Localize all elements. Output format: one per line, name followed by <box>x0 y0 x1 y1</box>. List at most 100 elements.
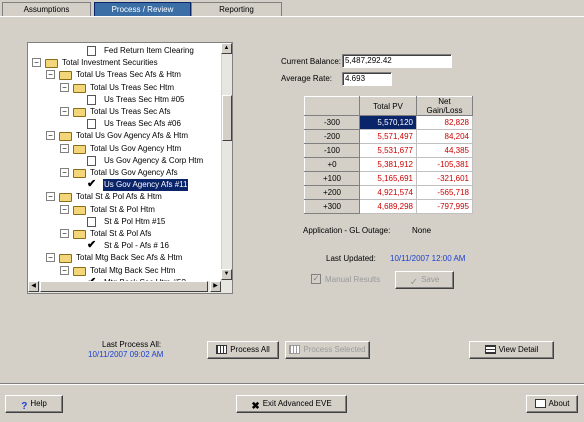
scroll-left-button[interactable]: ◀ <box>28 281 39 292</box>
grid-row[interactable]: +300 4,689,298 -797,995 <box>304 199 473 214</box>
save-button-label: Save <box>421 275 440 284</box>
process-selected-button[interactable]: Process Selected <box>285 341 370 359</box>
tree-item[interactable]: Us Treas Sec Htm #05 <box>28 94 222 106</box>
folder-icon <box>59 132 72 142</box>
total-pv-cell[interactable]: 5,570,120 <box>359 115 417 130</box>
manual-results-label: Manual Results <box>325 275 381 284</box>
about-button[interactable]: About <box>526 395 578 413</box>
tree-item[interactable]: − Total Us Treas Sec Afs <box>28 106 222 118</box>
tree-item[interactable]: Us Gov Agency & Corp Htm <box>28 155 222 167</box>
scroll-down-button[interactable]: ▼ <box>221 269 232 280</box>
folder-icon <box>45 59 58 69</box>
collapse-toggle[interactable]: − <box>46 70 55 80</box>
scroll-up-button[interactable]: ▲ <box>221 43 232 54</box>
tree-item[interactable]: − Total Us Gov Agency Afs <box>28 167 222 179</box>
collapse-toggle[interactable]: − <box>46 131 55 141</box>
scroll-thumb[interactable] <box>222 95 232 141</box>
grid-row[interactable]: -200 5,571,497 84,204 <box>304 129 473 144</box>
collapse-toggle[interactable]: − <box>60 82 69 92</box>
tree-item[interactable]: − Total Us Treas Sec Htm <box>28 82 222 94</box>
tree-item[interactable]: − Total Investment Securities <box>28 57 222 69</box>
view-detail-button[interactable]: View Detail <box>469 341 554 359</box>
total-pv-cell[interactable]: 4,921,574 <box>359 185 417 200</box>
grid-corner <box>304 96 360 116</box>
help-button[interactable]: ? Help <box>5 395 63 413</box>
total-pv-cell[interactable]: 5,571,497 <box>359 129 417 144</box>
grid-row[interactable]: -300 5,570,120 82,828 <box>304 115 473 130</box>
tree-item[interactable]: − Total Mtg Back Sec Htm <box>28 265 222 277</box>
total-pv-cell[interactable]: 4,689,298 <box>359 199 417 214</box>
tree-item-label: Total Us Treas Sec Afs & Htm <box>76 70 181 80</box>
net-gain-loss-cell[interactable]: 84,204 <box>416 129 473 144</box>
net-gain-loss-cell[interactable]: 82,828 <box>416 115 473 130</box>
total-pv-cell[interactable]: 5,165,691 <box>359 171 417 186</box>
tree-item-label: Us Gov Agency & Corp Htm <box>104 155 204 165</box>
tree-item-label: Us Gov Agency Afs #11 <box>103 179 189 192</box>
exit-button[interactable]: ✖ Exit Advanced EVE <box>236 395 347 413</box>
rate-shift-cell: +200 <box>304 185 360 200</box>
grid-header-net-gain-loss: Net Gain/Loss <box>416 96 473 116</box>
exit-label: Exit Advanced EVE <box>262 399 332 408</box>
tree-item[interactable]: − Total St & Pol Htm <box>28 204 222 216</box>
collapse-toggle[interactable]: − <box>60 229 69 238</box>
net-gain-loss-cell[interactable]: -797,995 <box>416 199 473 214</box>
manual-results-checkbox[interactable]: ✓ <box>311 274 321 284</box>
grid-row[interactable]: -100 5,531,677 44,385 <box>304 143 473 158</box>
folder-icon <box>73 266 86 276</box>
collapse-toggle[interactable]: − <box>60 168 69 177</box>
scroll-right-button[interactable]: ▶ <box>210 281 221 292</box>
tree-item[interactable]: − Total St & Pol Afs <box>28 228 222 240</box>
grid-row[interactable]: +100 5,165,691 -321,601 <box>304 171 473 186</box>
tree-item[interactable]: − Total Mtg Back Sec Afs & Htm <box>28 252 222 264</box>
net-gain-loss-cell[interactable]: 44,385 <box>416 143 473 158</box>
net-gain-loss-cell[interactable]: -105,381 <box>416 157 473 172</box>
tree-item-label: Fed Return Item Clearing <box>104 46 194 55</box>
security-tree[interactable]: Fed Return Item Clearing − Total Investmen… <box>27 42 233 294</box>
tree-item-label: Total Us Treas Sec Htm <box>90 82 175 92</box>
rate-shift-cell: +0 <box>304 157 360 172</box>
tree-item-label: Us Treas Sec Afs #06 <box>104 119 181 129</box>
total-pv-cell[interactable]: 5,381,912 <box>359 157 417 172</box>
average-rate-field[interactable]: 4.693 <box>342 72 392 86</box>
collapse-toggle[interactable]: − <box>60 204 69 214</box>
tree-item[interactable]: St & Pol Htm #15 <box>28 216 222 228</box>
collapse-toggle[interactable]: − <box>60 143 69 153</box>
tree-item[interactable]: − Total Us Treas Sec Afs & Htm <box>28 69 222 81</box>
tree-vertical-scrollbar[interactable]: ▲ ▼ <box>221 43 232 282</box>
collapse-toggle[interactable]: − <box>60 107 69 116</box>
grid-row[interactable]: +200 4,921,574 -565,718 <box>304 185 473 200</box>
tree-item[interactable]: ✔ Us Gov Agency Afs #11 <box>28 178 222 192</box>
process-all-button[interactable]: Process All <box>207 341 279 359</box>
last-updated-value: 10/11/2007 12:00 AM <box>390 254 466 263</box>
rate-shock-grid[interactable]: Total PV Net Gain/Loss -300 5,570,120 82,8… <box>304 96 473 214</box>
tree-item[interactable]: − Total St & Pol Afs & Htm <box>28 191 222 203</box>
tab-assumptions[interactable]: Assumptions <box>2 2 91 16</box>
tab-reporting[interactable]: Reporting <box>191 2 282 16</box>
grid-row[interactable]: +0 5,381,912 -105,381 <box>304 157 473 172</box>
tab-process-review[interactable]: Process / Review <box>94 2 191 16</box>
check-icon: ✓ <box>409 277 419 289</box>
hscroll-thumb[interactable] <box>40 281 208 292</box>
view-detail-label: View Detail <box>498 345 539 354</box>
tree-item[interactable]: − Total Us Gov Agency Htm <box>28 143 222 155</box>
folder-icon <box>59 71 72 81</box>
tree-item-label: Total Mtg Back Sec Afs & Htm <box>76 253 183 263</box>
collapse-toggle[interactable]: − <box>32 58 41 68</box>
tree-item[interactable]: Us Treas Sec Afs #06 <box>28 118 222 130</box>
rate-shift-cell: -200 <box>304 129 360 144</box>
tree-item-label: St & Pol Htm #15 <box>104 216 166 226</box>
current-balance-field[interactable]: 5,487,292.42 <box>342 54 452 68</box>
tree-item[interactable]: − Total Us Gov Agency Afs & Htm <box>28 130 222 142</box>
folder-icon <box>73 230 86 239</box>
net-gain-loss-cell[interactable]: -321,601 <box>416 171 473 186</box>
tree-item[interactable]: ✔ St & Pol - Afs # 16 <box>28 239 222 252</box>
tree-horizontal-scrollbar[interactable]: ◀ ▶ <box>28 281 232 293</box>
tree-item[interactable]: Fed Return Item Clearing <box>28 45 222 57</box>
collapse-toggle[interactable]: − <box>46 192 55 202</box>
net-gain-loss-cell[interactable]: -565,718 <box>416 185 473 200</box>
save-button[interactable]: ✓ Save <box>395 271 454 289</box>
collapse-toggle[interactable]: − <box>46 253 55 263</box>
total-pv-cell[interactable]: 5,531,677 <box>359 143 417 158</box>
collapse-toggle[interactable]: − <box>60 265 69 275</box>
last-updated-label: Last Updated: <box>326 254 376 263</box>
